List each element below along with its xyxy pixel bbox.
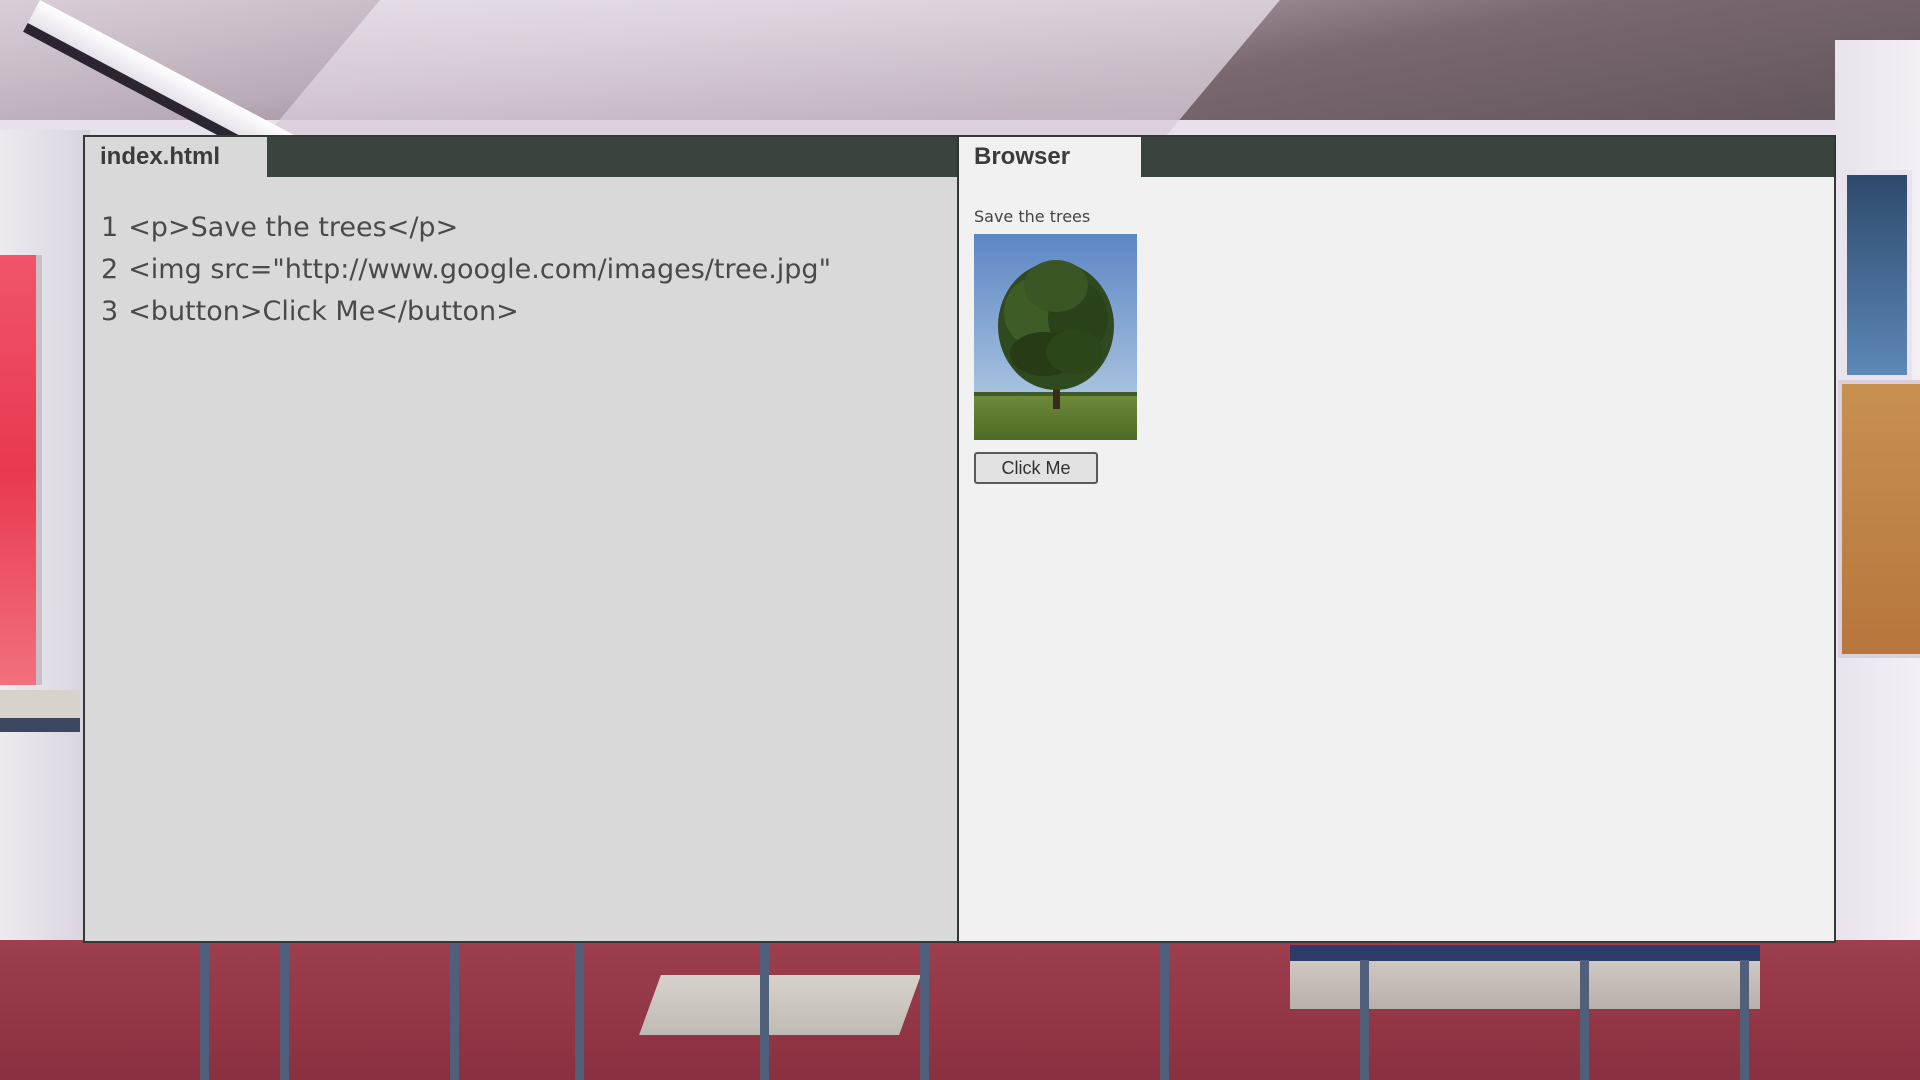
desk-center <box>639 975 921 1035</box>
ceiling-beam <box>266 0 1280 135</box>
browser-tabbar: Browser <box>959 137 1834 177</box>
code-text[interactable]: <p>Save the trees</p> <box>128 207 458 249</box>
line-number: 3 <box>101 296 119 327</box>
editor-tabbar: index.html <box>85 137 957 177</box>
browser-viewport: Save the trees Click Me <box>959 177 1834 484</box>
code-area[interactable]: 1 <p>Save the trees</p> 2 <img src="http://… <box>85 177 957 333</box>
code-text[interactable]: <button>Click Me</button> <box>128 291 519 333</box>
rendered-paragraph: Save the trees <box>974 207 1091 226</box>
code-line[interactable]: 3 <button>Click Me</button> <box>101 291 941 333</box>
desk-leg <box>575 943 584 1080</box>
editor-pane: index.html 1 <p>Save the trees</p> 2 <img s… <box>85 137 959 941</box>
desk-leg <box>1360 960 1369 1080</box>
desk-leg <box>200 943 209 1080</box>
desk-leg <box>1580 960 1589 1080</box>
code-text[interactable]: <img src="http://www.google.com/images/t… <box>128 249 831 291</box>
code-line[interactable]: 1 <p>Save the trees</p> <box>101 207 941 249</box>
code-line[interactable]: 2 <img src="http://www.google.com/images/… <box>101 249 941 291</box>
tab-browser[interactable]: Browser <box>959 137 1141 177</box>
tree-image <box>974 234 1137 440</box>
cork-board <box>1838 380 1920 658</box>
desk-leg <box>1160 943 1169 1080</box>
desk-leg <box>450 943 459 1080</box>
desk-leg <box>760 943 769 1080</box>
browser-pane: Browser Save the trees Click Me <box>959 137 1834 941</box>
line-number: 1 <box>101 212 119 243</box>
tab-label: Browser <box>974 143 1071 170</box>
left-window <box>0 255 42 685</box>
right-window <box>1842 170 1912 380</box>
desk-left <box>0 690 80 732</box>
code-editor-window: index.html 1 <p>Save the trees</p> 2 <img s… <box>83 135 1836 943</box>
tab-label: index.html <box>100 143 221 170</box>
desk-leg <box>920 943 929 1080</box>
desk-leg <box>280 943 289 1080</box>
line-number: 2 <box>101 254 119 285</box>
click-me-button[interactable]: Click Me <box>974 452 1098 484</box>
tab-index-html[interactable]: index.html <box>85 137 267 177</box>
desk-leg <box>1740 960 1749 1080</box>
classroom-scene: index.html 1 <p>Save the trees</p> 2 <img s… <box>0 0 1920 1080</box>
